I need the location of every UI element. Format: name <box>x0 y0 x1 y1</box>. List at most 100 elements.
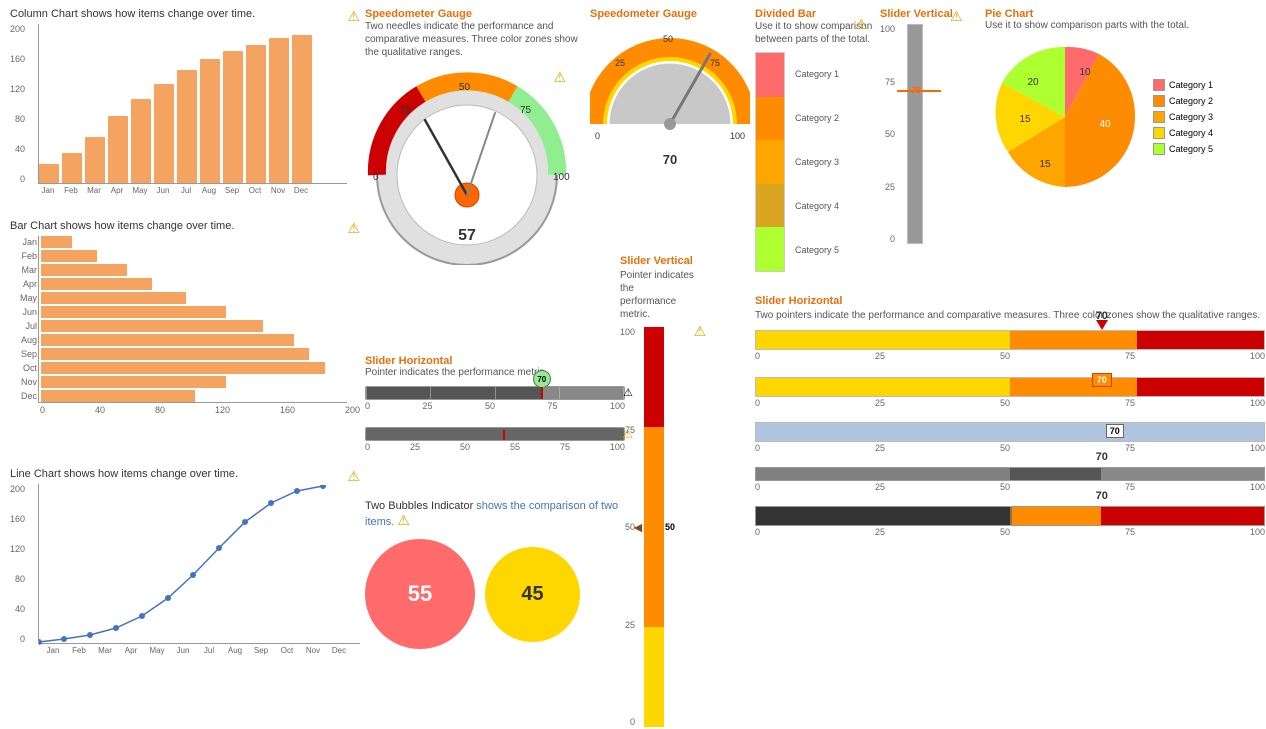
sliderhr-row1[interactable]: 70 0255075100 ⚠ <box>755 330 1265 361</box>
line-y-160: 160 <box>10 514 25 524</box>
bar-chart-title: Bar Chart shows how items change over ti… <box>10 220 360 232</box>
pie-chart-svg: 10 40 15 15 20 <box>985 37 1145 197</box>
sliderhr-row4[interactable]: 70 0255075100 ⚠ <box>755 467 1265 492</box>
sliderhr-row2-value: 70 <box>1092 373 1112 387</box>
dot-feb <box>61 636 67 642</box>
x-label-may: May <box>130 186 150 195</box>
slider-vert-main-title: Slider Vertical <box>620 255 700 267</box>
speed2-label-25: 25 <box>615 58 625 68</box>
dot-oct <box>268 500 274 506</box>
dot-may <box>139 613 145 619</box>
line-chart-area: Line Chart shows how items change over t… <box>10 468 360 688</box>
div-bar-cat5 <box>756 227 784 271</box>
pie-chart-desc: Use it to show comparison parts with the… <box>985 20 1265 31</box>
pie-legend: Category 1 Category 2 Category 3 Categor… <box>1153 79 1213 155</box>
x-label-jan: Jan <box>38 186 58 195</box>
speed2-label-100: 100 <box>730 131 745 141</box>
x-label-aug: Aug <box>199 186 219 195</box>
bar-row-feb: Feb <box>39 250 347 262</box>
speed1-value: 57 <box>458 227 476 244</box>
pie-legend-color-cat3 <box>1153 111 1165 123</box>
slider2-track[interactable] <box>365 427 625 441</box>
sliderhr-row4-value: 70 <box>1096 451 1108 463</box>
line-x-jul: Jul <box>196 646 222 655</box>
dot-jan <box>39 639 42 645</box>
div-label-cat3: Category 3 <box>795 157 839 167</box>
col-bar-jun <box>154 84 174 183</box>
x-label-mar: Mar <box>84 186 104 195</box>
divided-bar-area: Divided Bar Use it to show comparison be… <box>755 8 875 278</box>
sliderhr-row3[interactable]: 70 0255075100 ⚠ <box>755 422 1265 453</box>
dot-jun <box>165 595 171 601</box>
divided-bar-warning: ⚠ <box>855 16 868 33</box>
y-label-3: 120 <box>10 84 25 94</box>
speed1-label-25: 25 <box>400 105 412 116</box>
line-x-aug: Aug <box>222 646 248 655</box>
speedometer1-dial: ⚠ 0 25 50 75 100 <box>365 65 570 268</box>
line-y-40: 40 <box>15 604 25 614</box>
pie-legend-label-cat1: Category 1 <box>1169 80 1213 90</box>
dot-sep <box>242 519 248 525</box>
line-y-0: 0 <box>20 634 25 644</box>
line-x-jun: Jun <box>170 646 196 655</box>
bar-chart-area: Bar Chart shows how items change over ti… <box>10 220 360 450</box>
bar-chart-warning: ⚠ <box>347 220 360 237</box>
bar-x-40: 40 <box>95 405 105 415</box>
bar-x-160: 160 <box>280 405 295 415</box>
slider1-row2[interactable]: 025505575100 ⚠ <box>365 427 625 452</box>
sliderhr-row3-track[interactable] <box>755 422 1265 442</box>
slider-vert-main-container[interactable]: 1007550250 ◄ 50 ⚠ <box>620 327 700 727</box>
dot-mar <box>87 632 93 638</box>
divided-bar-container: Category 1 Category 2 Category 3 Categor… <box>755 52 875 272</box>
sliderhr-row2-track[interactable] <box>755 377 1265 397</box>
x-label-dec: Dec <box>291 186 311 195</box>
slider-vert-right-axis: 1007550250 <box>880 24 899 244</box>
pie-legend-color-cat5 <box>1153 143 1165 155</box>
column-chart-warning: ⚠ <box>347 8 360 25</box>
slider-horiz1-area: Slider Horizontal Pointer indicates the … <box>365 355 625 475</box>
sliderhr-row5[interactable]: 70 0255075100 ⚠ <box>755 506 1265 537</box>
pie-legend-label-cat4: Category 4 <box>1169 128 1213 138</box>
div-label-cat5: Category 5 <box>795 245 839 255</box>
div-label-cat2: Category 2 <box>795 113 839 123</box>
x-label-sep: Sep <box>222 186 242 195</box>
sliderhr-row4-track[interactable] <box>755 467 1265 481</box>
bar-x-0: 0 <box>40 405 45 415</box>
sliderhr-row1-track[interactable] <box>755 330 1265 350</box>
x-label-feb: Feb <box>61 186 81 195</box>
col-bar-dec <box>292 35 312 183</box>
speedometer1-title: Speedometer Gauge <box>365 8 585 20</box>
bubbles-warning: ⚠ <box>397 512 410 528</box>
divided-bar-chart <box>755 52 785 272</box>
sliderhr-row5-track[interactable] <box>755 506 1265 526</box>
pie-legend-label-cat2: Category 2 <box>1169 96 1213 106</box>
slider-vert-main-track-wrap[interactable]: ◄ 50 <box>639 327 679 727</box>
bar-row-aug: Aug <box>39 334 347 346</box>
slider1-axis: 0255075100 <box>365 401 625 411</box>
col-bar-sep <box>223 51 243 183</box>
slider-vert-main: Slider Vertical Pointer indicates theper… <box>620 255 700 725</box>
slider1-track[interactable] <box>365 386 625 400</box>
dot-aug <box>216 545 222 551</box>
dot-nov <box>294 488 300 494</box>
div-bar-cat4 <box>756 184 784 228</box>
bar-row-sep: Sep <box>39 348 347 360</box>
slider1-row1[interactable]: 70 0255075100 ⚠ <box>365 386 625 411</box>
bar-x-200: 200 <box>345 405 360 415</box>
slider-vert-right-track[interactable]: 70 <box>899 24 939 244</box>
y-label-1: 40 <box>15 144 25 154</box>
slider-vert-right-container[interactable]: 1007550250 70 <box>880 24 980 244</box>
x-label-nov: Nov <box>268 186 288 195</box>
line-x-mar: Mar <box>92 646 118 655</box>
speedometer1-desc: Two needles indicate the performance and… <box>365 20 585 59</box>
slider-vert-right-value: 70 <box>911 85 921 95</box>
bar-row-nov: Nov <box>39 376 347 388</box>
sliderhr-row2[interactable]: 70 0255075100 ⚠ <box>755 377 1265 408</box>
sliderhr-row3-axis: 0255075100 <box>755 443 1265 453</box>
speed2-value: 70 <box>663 152 677 167</box>
line-y-80: 80 <box>15 574 25 584</box>
bubbles-title: Two Bubbles Indicator shows the comparis… <box>365 500 625 529</box>
dot-dec <box>320 485 326 489</box>
speed1-label-0: 0 <box>373 172 379 183</box>
sliderhr-row1-axis: 0255075100 <box>755 351 1265 361</box>
